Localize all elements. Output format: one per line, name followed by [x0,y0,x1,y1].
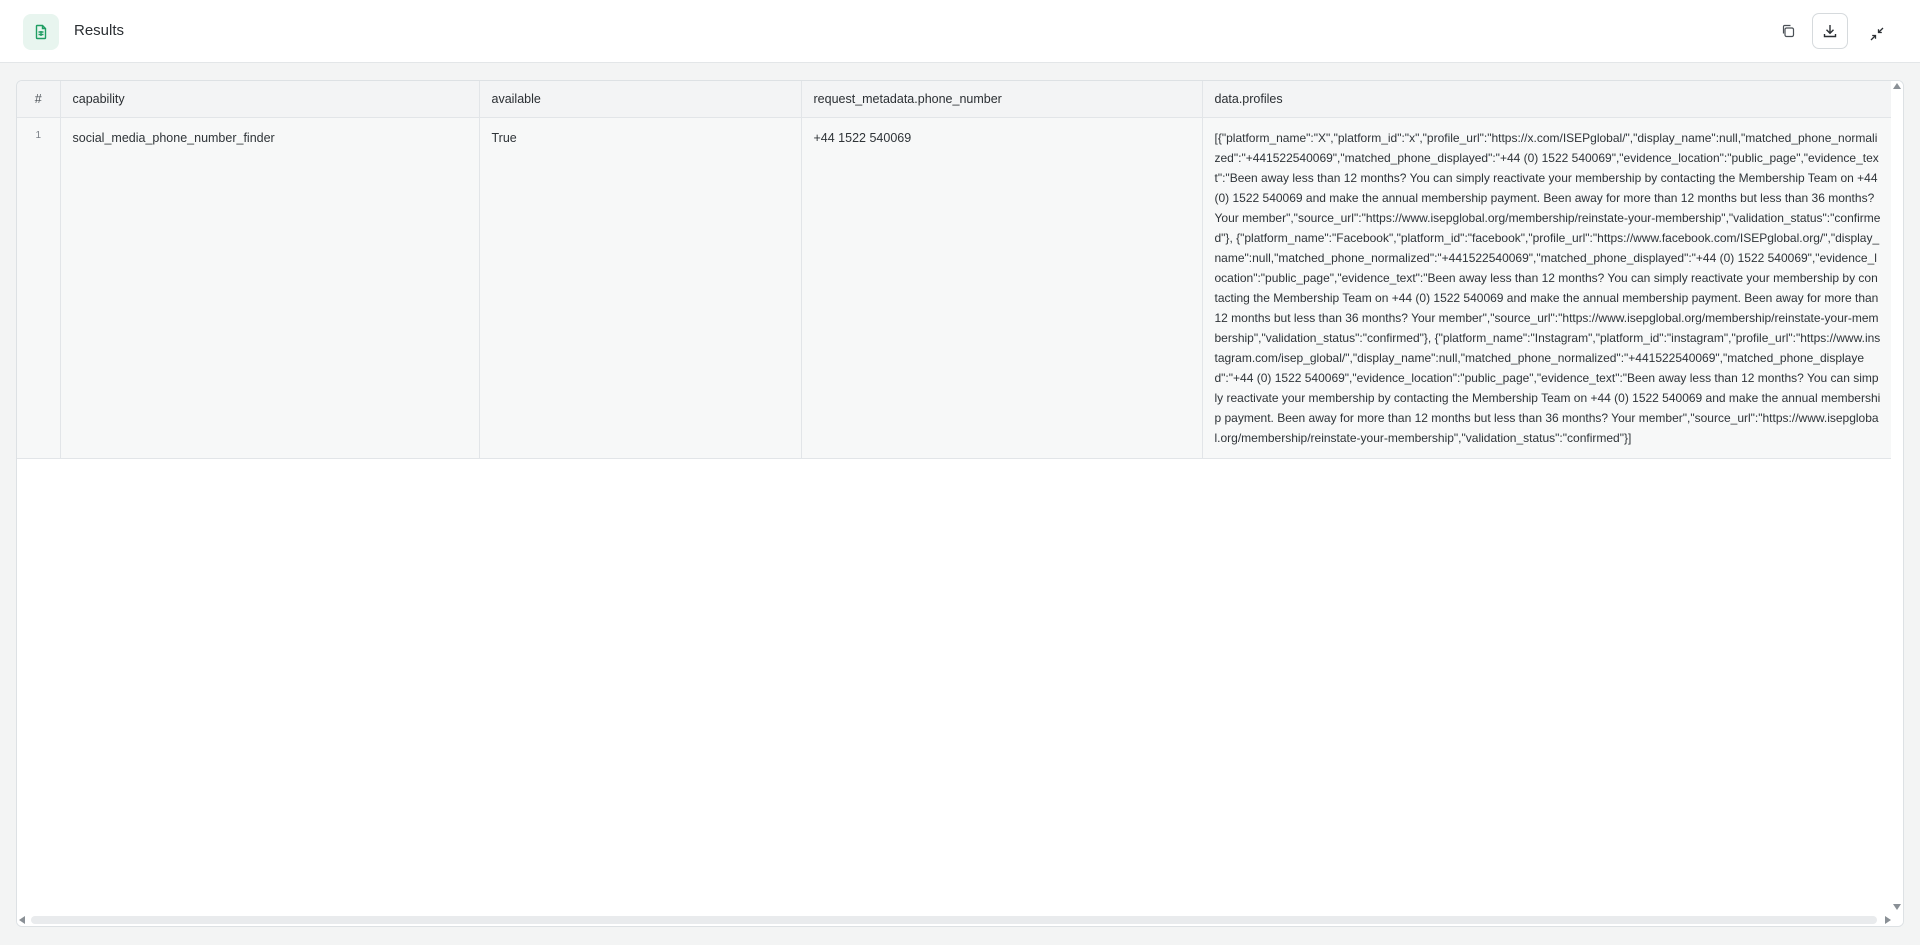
vertical-scrollbar[interactable] [1891,81,1903,926]
results-header: Results [0,0,1920,63]
file-spreadsheet-icon [23,14,59,50]
column-header-available[interactable]: available [479,81,802,118]
collapse-button[interactable] [1864,21,1890,47]
download-button[interactable] [1812,13,1848,49]
results-table-panel: # capability available request_metadata.… [16,80,1904,927]
column-header-profiles[interactable]: data.profiles [1202,81,1894,118]
column-header-index[interactable]: # [17,81,61,118]
page-title: Results [74,22,125,39]
column-header-phone-number[interactable]: request_metadata.phone_number [801,81,1203,118]
download-icon [1823,25,1837,38]
horizontal-scrollbar-thumb[interactable] [31,916,1877,924]
scroll-right-arrow-icon[interactable] [1885,916,1891,924]
horizontal-scrollbar[interactable] [17,914,1893,926]
table-row: 1 social_media_phone_number_finder True … [17,117,1894,459]
cell-capability[interactable]: social_media_phone_number_finder [60,117,480,459]
scroll-left-arrow-icon[interactable] [19,916,25,924]
cell-available[interactable]: True [479,117,802,459]
collapse-icon [1870,27,1884,41]
cell-phone-number[interactable]: +44 1522 540069 [801,117,1203,459]
scroll-down-arrow-icon[interactable] [1893,904,1901,910]
scroll-up-arrow-icon[interactable] [1893,83,1901,89]
cell-profiles[interactable]: [{"platform_name":"X","platform_id":"x",… [1202,117,1894,459]
copy-button[interactable] [1774,17,1802,45]
table-header-row: # capability available request_metadata.… [17,81,1894,118]
copy-icon [1782,24,1795,38]
column-header-capability[interactable]: capability [60,81,480,118]
row-index: 1 [17,117,61,459]
results-table: # capability available request_metadata.… [17,81,1894,459]
